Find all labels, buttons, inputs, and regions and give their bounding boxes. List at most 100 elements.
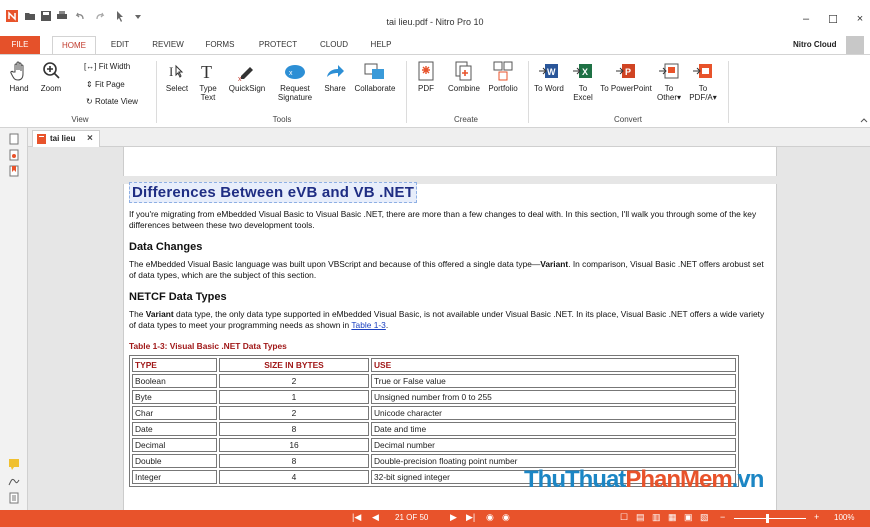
to-pdfa-button[interactable]: To PDF/A▾ [686, 60, 720, 102]
table-cell: Byte [132, 390, 217, 404]
first-page-icon[interactable]: |◀ [352, 512, 361, 523]
table-cell: 4 [219, 470, 369, 484]
table-header: SIZE IN BYTES [219, 358, 369, 372]
nitro-cloud-account[interactable]: Nitro Cloud [793, 40, 837, 49]
select-label: Select [165, 84, 189, 93]
output-icon[interactable] [8, 492, 20, 504]
intro-paragraph: If you're migrating from eMbedded Visual… [129, 209, 757, 230]
to-excel-button[interactable]: X To Excel [568, 60, 598, 102]
maximize-button[interactable]: ☐ [823, 13, 843, 26]
table-caption: Table 1-3: Visual Basic .NET Data Types [129, 341, 287, 351]
title-bar: tai lieu.pdf - Nitro Pro 10 – ☐ × [0, 0, 870, 34]
tab-help[interactable]: HELP [364, 36, 398, 54]
rotate-icon: ↻ [86, 97, 93, 106]
signatures-icon[interactable] [8, 475, 20, 487]
fit-width-button[interactable]: [↔] Fit Width [84, 62, 130, 71]
fit-page-button[interactable]: ⇕ Fit Page [86, 80, 125, 89]
rotate-view-button[interactable]: ↻ Rotate View [86, 97, 138, 106]
tab-home[interactable]: HOME [52, 36, 96, 54]
table-row: Char 2 Unicode character [132, 406, 736, 420]
svg-text:x: x [289, 70, 293, 77]
tab-review[interactable]: REVIEW [146, 36, 190, 54]
last-page-icon[interactable]: ▶| [466, 512, 475, 523]
table-header: TYPE [132, 358, 217, 372]
table-cell: Char [132, 406, 217, 420]
table-cell: Date [132, 422, 217, 436]
tab-forms[interactable]: FORMS [200, 36, 240, 54]
next-page-icon[interactable]: ▶ [450, 512, 457, 523]
to-word-button[interactable]: W To Word [534, 60, 564, 93]
share-label: Share [324, 84, 346, 93]
forward-view-icon[interactable]: ◉ [502, 512, 510, 523]
pdfa-icon [693, 64, 712, 78]
to-powerpoint-button[interactable]: P To PowerPoint [600, 60, 652, 93]
minimize-button[interactable]: – [796, 13, 816, 25]
zoom-slider-thumb[interactable] [766, 514, 769, 523]
group-label-tools: Tools [272, 115, 292, 124]
attachments-icon[interactable] [8, 149, 20, 161]
combine-button[interactable]: Combine [444, 60, 484, 93]
table-cell: Date and time [371, 422, 736, 436]
portfolio-icon [493, 61, 513, 81]
hand-button[interactable]: Hand [4, 60, 34, 93]
zoom-slider[interactable] [734, 518, 806, 519]
pdf-button[interactable]: PDF [412, 60, 440, 93]
request-signature-icon: x [285, 65, 305, 79]
to-excel-label: To Excel [573, 84, 593, 102]
tab-cloud[interactable]: CLOUD [314, 36, 354, 54]
table-link[interactable]: Table 1-3 [351, 320, 385, 330]
document-viewport[interactable]: Differences Between eVB and VB .NET If y… [28, 147, 870, 510]
previous-page-icon[interactable]: ◀ [372, 512, 379, 523]
tab-file[interactable]: FILE [0, 36, 40, 54]
group-divider [156, 61, 157, 123]
table-row: Date 8 Date and time [132, 422, 736, 436]
select-button[interactable]: I Select [162, 60, 192, 93]
close-button[interactable]: × [850, 13, 870, 25]
to-other-button[interactable]: To Other▾ [652, 60, 686, 102]
avatar[interactable] [846, 36, 864, 54]
share-button[interactable]: Share [320, 60, 350, 93]
facing-continuous-view-icon[interactable]: ▦ [668, 512, 677, 523]
bookmarks-icon[interactable] [8, 165, 20, 177]
fit-width-icon: [↔] [84, 62, 97, 71]
document-tab[interactable]: tai lieu × [32, 130, 100, 147]
hand-icon [10, 61, 24, 81]
tab-edit[interactable]: EDIT [104, 36, 136, 54]
collaborate-button[interactable]: Collaborate [350, 60, 400, 93]
table-row: Boolean 2 True or False value [132, 374, 736, 388]
zoom-in-icon[interactable]: + [814, 512, 819, 522]
continuous-view-icon[interactable]: ▤ [636, 512, 645, 523]
type-text-button[interactable]: T Type Text [194, 60, 222, 102]
combine-label: Combine [447, 84, 480, 93]
heading-netcf-data-types: NETCF Data Types [129, 291, 227, 303]
facing-view-icon[interactable]: ▥ [652, 512, 661, 523]
page-content: Differences Between eVB and VB .NET If y… [129, 182, 769, 487]
table-cell: Decimal [132, 438, 217, 452]
powerpoint-icon: P [616, 64, 635, 78]
quicksign-button[interactable]: x QuickSign [224, 60, 270, 93]
table-row: Decimal 16 Decimal number [132, 438, 736, 452]
pdf-label: PDF [418, 84, 434, 93]
svg-text:P: P [625, 67, 631, 77]
tab-protect[interactable]: PROTECT [252, 36, 304, 54]
quicksign-label: QuickSign [228, 84, 266, 93]
fullscreen-view-icon[interactable]: ▣ [684, 512, 693, 523]
pages-panel-icon[interactable] [8, 133, 20, 145]
document-tab-close-button[interactable]: × [87, 131, 93, 146]
single-page-view-icon[interactable]: ☐ [620, 512, 628, 523]
document-heading[interactable]: Differences Between eVB and VB .NET [129, 182, 418, 203]
zoom-level[interactable]: 100% [834, 513, 854, 522]
page-indicator[interactable]: 21 OF 50 [395, 513, 428, 522]
table-row: Byte 1 Unsigned number from 0 to 255 [132, 390, 736, 404]
zoom-button[interactable]: Zoom [34, 60, 68, 93]
split-view-icon[interactable]: ▧ [700, 512, 709, 523]
collapse-ribbon-icon[interactable] [860, 117, 868, 123]
portfolio-button[interactable]: Portfolio [484, 60, 522, 93]
zoom-out-icon[interactable]: − [720, 512, 725, 522]
table-cell: 16 [219, 438, 369, 452]
group-divider [406, 61, 407, 123]
back-view-icon[interactable]: ◉ [486, 512, 494, 523]
comments-icon[interactable] [8, 458, 20, 470]
document-tab-label: tai lieu [50, 134, 76, 143]
request-signature-button[interactable]: x Request Signature [270, 60, 320, 102]
